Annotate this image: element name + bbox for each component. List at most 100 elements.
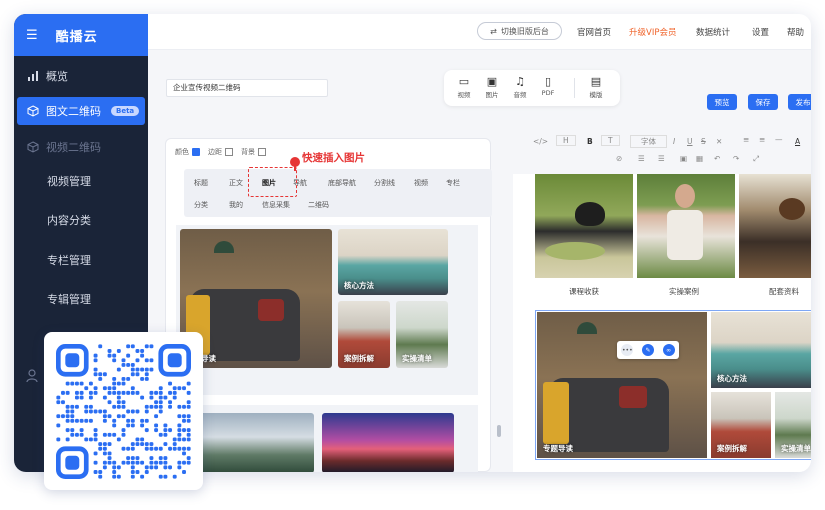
user-icon[interactable] — [26, 368, 38, 387]
qr-module — [158, 390, 163, 395]
nav-stats-link[interactable]: 数据统计 — [696, 26, 730, 38]
subscript-icon[interactable]: ✕ — [716, 137, 722, 146]
tab-form[interactable]: 信息采集 — [262, 200, 290, 210]
heading-select[interactable]: H — [556, 135, 576, 146]
preview-image-sofa[interactable]: 核心方法 — [711, 312, 811, 388]
template-button[interactable]: ▤ 模版 — [584, 75, 608, 99]
align-center-icon[interactable]: ≡ — [759, 135, 765, 144]
align-left-icon[interactable]: ≡ — [743, 135, 749, 144]
list-ul-icon[interactable]: ☰ — [658, 154, 665, 163]
tab-bottom-nav[interactable]: 底部导航 — [328, 178, 356, 188]
qr-module — [186, 418, 191, 423]
sidebar-item-column[interactable]: 专栏管理 — [14, 246, 148, 274]
nav-home-link[interactable]: 官网首页 — [577, 26, 611, 38]
insert-audio-button[interactable]: ♫ 音频 — [508, 75, 532, 99]
tab-qrcode[interactable]: 二维码 — [308, 200, 329, 210]
margin-icon[interactable] — [225, 148, 233, 156]
background-icon[interactable] — [258, 148, 266, 156]
sidebar-item-video-qrcode[interactable]: 视频二维码 — [14, 133, 148, 161]
sidebar-item-video-manage[interactable]: 视频管理 — [14, 167, 148, 195]
italic-button[interactable]: I — [673, 137, 675, 146]
edit-icon[interactable]: ✎ — [641, 344, 654, 356]
qr-module — [102, 451, 107, 456]
switch-old-version-button[interactable]: ⇄ 切换旧版后台 — [477, 22, 562, 40]
qr-module — [186, 414, 191, 419]
toolbar-divider — [574, 78, 575, 98]
sidebar-item-overview[interactable]: 概览 — [14, 62, 148, 90]
qr-module — [144, 344, 149, 349]
nav-vip-link[interactable]: 升级VIP会员 — [629, 26, 676, 38]
horizontal-rule-icon[interactable]: — — [775, 135, 783, 144]
sidebar-item-category[interactable]: 内容分类 — [14, 206, 148, 234]
insert-pdf-button[interactable]: ▯ PDF — [536, 75, 560, 97]
tab-column[interactable]: 专栏 — [446, 178, 460, 188]
tab-video[interactable]: 视频 — [414, 178, 428, 188]
redo-icon[interactable]: ↷ — [733, 154, 739, 163]
qr-module — [130, 344, 135, 349]
qr-module — [61, 390, 65, 395]
tab-body[interactable]: 正文 — [229, 178, 243, 188]
preview-image-plant[interactable]: 实操清单 — [775, 392, 811, 458]
preview-image-tea-set[interactable] — [535, 174, 633, 278]
preview-image-tea-ceremony[interactable] — [739, 174, 811, 278]
tea-leaves-shape — [545, 242, 605, 260]
underline-button[interactable]: U — [687, 137, 693, 146]
sidebar-item-album[interactable]: 专辑管理 — [14, 285, 148, 313]
image-row-block[interactable] — [176, 405, 478, 472]
more-icon[interactable]: ••• — [621, 344, 634, 356]
link-icon[interactable]: ∞ — [662, 344, 675, 356]
preview-image-cushion[interactable]: 案例拆解 — [711, 392, 771, 458]
hamburger-icon[interactable]: ☰ — [26, 28, 38, 43]
grid-image-sofa[interactable]: 核心方法 — [338, 229, 448, 295]
fullscreen-icon[interactable]: ⤢ — [753, 154, 759, 164]
strike-button[interactable]: S — [701, 137, 706, 146]
tab-divider[interactable]: 分割线 — [374, 178, 395, 188]
qr-module — [70, 381, 75, 386]
qr-module — [74, 390, 79, 395]
grid-image-sunset[interactable] — [322, 413, 454, 472]
code-button[interactable]: </> — [533, 137, 548, 146]
qr-module — [112, 404, 117, 409]
qr-module — [93, 372, 98, 377]
insert-image-button[interactable]: ▣ 图片 — [480, 75, 504, 99]
apron-shape — [667, 210, 703, 260]
qr-module — [65, 414, 70, 419]
qr-module — [140, 474, 145, 479]
qrcode-image[interactable] — [56, 344, 191, 479]
bold-button[interactable]: B — [587, 137, 593, 146]
tab-mine[interactable]: 我的 — [229, 200, 243, 210]
scrollbar-thumb[interactable] — [497, 425, 501, 437]
title-input[interactable]: 企业宣传视频二维码 — [166, 79, 328, 97]
sidebar-item-image-qrcode[interactable]: 图文二维码 Beta — [17, 97, 145, 125]
nav-settings-link[interactable]: 设置 — [752, 26, 769, 38]
sidebar-item-label: 视频管理 — [47, 175, 91, 188]
unlink-icon[interactable]: ⊘ — [616, 154, 622, 163]
qr-module — [93, 367, 98, 372]
qr-module — [182, 404, 186, 409]
grid-image-valley[interactable] — [190, 413, 314, 472]
table-icon[interactable]: ▦ — [696, 154, 703, 163]
list-ol-icon[interactable]: ☰ — [638, 154, 645, 163]
publish-button[interactable]: 发布 — [788, 94, 811, 110]
insert-video-button[interactable]: ▭ 视频 — [452, 75, 476, 99]
undo-icon[interactable]: ↶ — [714, 154, 720, 163]
qr-module — [112, 381, 117, 386]
save-button[interactable]: 保存 — [748, 94, 778, 110]
preview-button[interactable]: 预览 — [707, 94, 737, 110]
tab-title[interactable]: 标题 — [194, 178, 208, 188]
image-grid-block[interactable]: 专题导读 核心方法 案例拆解 实操清单 — [176, 225, 478, 395]
qr-module — [116, 400, 121, 405]
nav-help-link[interactable]: 帮助 — [787, 26, 804, 38]
grid-image-plant[interactable]: 实操清单 — [396, 301, 448, 368]
qr-module — [154, 446, 159, 451]
preview-image-tea-farmer[interactable] — [637, 174, 735, 278]
color-swatch[interactable] — [192, 148, 200, 156]
image-icon[interactable]: ▣ — [680, 154, 687, 163]
font-select[interactable]: 字体 — [630, 135, 667, 148]
tab-category[interactable]: 分类 — [194, 200, 208, 210]
preview-image-living-room[interactable]: 专题导读 — [537, 312, 707, 458]
text-size-select[interactable]: T — [601, 135, 620, 146]
grid-image-cushion[interactable]: 案例拆解 — [338, 301, 390, 368]
qr-module — [79, 432, 84, 437]
font-color-button[interactable]: A — [795, 137, 800, 146]
